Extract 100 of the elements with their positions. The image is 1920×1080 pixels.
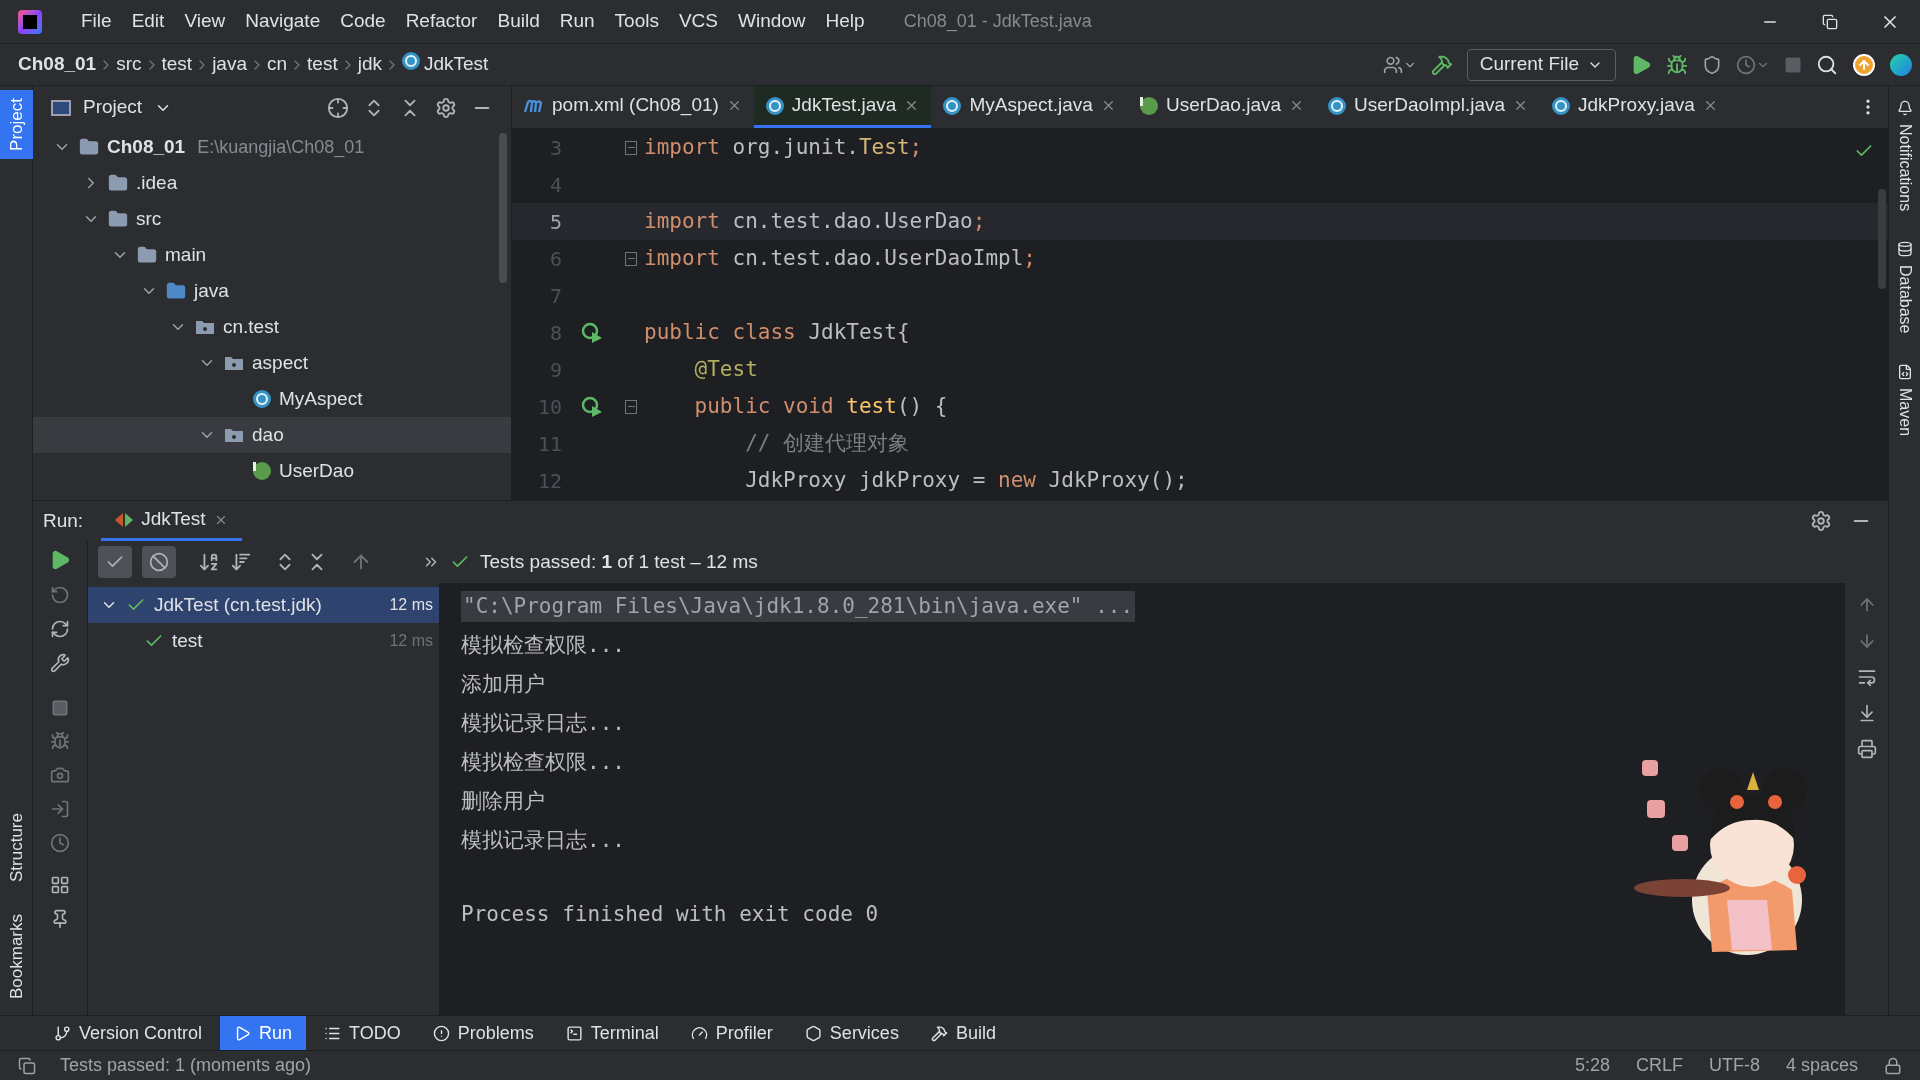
coverage-icon[interactable] — [1702, 54, 1722, 75]
menu-item[interactable]: Tools — [605, 7, 668, 36]
tree-item[interactable]: dao — [33, 417, 511, 453]
locate-icon[interactable] — [327, 96, 349, 119]
wrench-icon[interactable] — [50, 653, 70, 673]
tool-window-tab[interactable]: Version Control — [40, 1016, 217, 1050]
search-icon[interactable] — [1816, 53, 1838, 76]
menu-item[interactable]: File — [72, 7, 121, 36]
side-tool-tab[interactable]: Database — [1892, 241, 1917, 334]
update-icon[interactable] — [1852, 52, 1876, 77]
tree-item[interactable]: java — [33, 273, 511, 309]
tab-label: MyAspect.java — [969, 93, 1093, 118]
editor-scrollbar[interactable] — [1878, 189, 1886, 289]
tree-item[interactable]: src — [33, 201, 511, 237]
tool-window-tab[interactable]: Build — [916, 1016, 1010, 1050]
layout-icon[interactable] — [50, 875, 70, 895]
profiler-icon — [690, 1024, 708, 1042]
breadcrumb-item[interactable]: test — [307, 50, 338, 79]
tree-item[interactable]: UserDao — [33, 453, 511, 489]
tree-item[interactable]: .idea — [33, 165, 511, 201]
editor-tab[interactable]: JdkProxy.java — [1540, 86, 1730, 128]
side-tool-tab[interactable]: Project — [0, 90, 33, 159]
breadcrumb-item[interactable]: JdkTest — [424, 50, 489, 79]
fold-marker-icon[interactable] — [625, 399, 637, 414]
history-icon[interactable] — [50, 833, 70, 853]
toggle-auto-test-icon[interactable] — [50, 619, 70, 639]
database-icon — [1896, 241, 1913, 258]
tree-item[interactable]: main — [33, 237, 511, 273]
rerun-failed-icon[interactable] — [50, 585, 70, 605]
pin-icon[interactable] — [50, 909, 70, 929]
menu-item[interactable]: Help — [816, 7, 874, 36]
restore-icon[interactable] — [1822, 13, 1838, 30]
status-item[interactable]: 5:28 — [1574, 1052, 1610, 1079]
tool-window-tab[interactable]: Problems — [418, 1016, 548, 1050]
side-tool-tab[interactable]: Notifications — [1892, 100, 1917, 212]
test-tree-item[interactable]: JdkTest (cn.test.jdk) 12 ms — [88, 587, 439, 623]
plugin-logo-icon[interactable] — [1890, 53, 1912, 76]
editor-tab[interactable]: UserDao.java — [1127, 86, 1317, 128]
menu-item[interactable]: VCS — [669, 7, 727, 36]
menu-item[interactable]: Edit — [122, 7, 174, 36]
tool-window-tab[interactable]: Services — [790, 1016, 913, 1050]
lock-icon[interactable] — [1884, 1056, 1902, 1075]
profile-icon[interactable] — [1736, 54, 1756, 75]
debug-icon[interactable] — [50, 731, 70, 751]
show-passed-toggle[interactable] — [98, 546, 132, 578]
menu-item[interactable]: Refactor — [396, 7, 487, 36]
breadcrumb-item[interactable]: test — [161, 50, 193, 79]
menu-item[interactable]: Navigate — [236, 7, 330, 36]
breadcrumb-item[interactable]: java — [212, 50, 247, 79]
tool-window-tab[interactable]: Run — [220, 1016, 307, 1050]
editor-tab[interactable]: MyAspect.java — [931, 86, 1128, 128]
tree-item[interactable]: cn.test — [33, 309, 511, 345]
menu-item[interactable]: View — [175, 7, 235, 36]
tree-item[interactable]: MyAspect — [33, 381, 511, 417]
breadcrumb-item[interactable]: cn — [267, 50, 288, 79]
print-icon[interactable] — [1856, 739, 1877, 759]
stop-icon[interactable] — [51, 699, 69, 717]
tool-window-tab[interactable]: Profiler — [676, 1016, 787, 1050]
editor-tab[interactable]: pom.xml (Ch08_01) — [512, 86, 754, 128]
side-tool-tab[interactable]: Bookmarks — [0, 905, 33, 1007]
fold-marker-icon[interactable] — [625, 140, 637, 155]
debug-icon[interactable] — [1666, 53, 1688, 76]
panel-toggle-icon[interactable] — [18, 1056, 36, 1075]
status-item[interactable]: CRLF — [1635, 1052, 1683, 1079]
test-tree-item[interactable]: test 12 ms — [88, 623, 439, 659]
menu-item[interactable]: Run — [550, 7, 604, 36]
editor-tab[interactable]: JdkTest.java — [753, 86, 932, 128]
settings-icon[interactable] — [1810, 510, 1832, 532]
import-icon[interactable] — [50, 799, 70, 819]
run-test-gutter-icon[interactable] — [581, 321, 603, 344]
breadcrumb-item[interactable]: Ch08_01 — [18, 50, 97, 79]
show-ignored-toggle[interactable] — [142, 546, 176, 578]
editor-tab[interactable]: UserDaoImpl.java — [1316, 86, 1541, 128]
settings-icon[interactable] — [435, 96, 457, 119]
status-item[interactable]: 4 spaces — [1785, 1052, 1858, 1079]
build-hammer-icon[interactable] — [1430, 53, 1453, 76]
scrollbar[interactable] — [499, 133, 507, 283]
soft-wrap-icon[interactable] — [1856, 667, 1877, 687]
tree-item[interactable]: Ch08_01 E:\kuangjia\Ch08_01 — [33, 129, 511, 165]
side-tool-tab[interactable]: Structure — [0, 805, 33, 890]
run-test-gutter-icon[interactable] — [581, 395, 603, 418]
breadcrumb-item[interactable]: jdk — [357, 50, 382, 79]
users-icon[interactable] — [1382, 54, 1403, 75]
test-session-tab[interactable]: JdkTest — [101, 501, 242, 541]
fold-marker-icon[interactable] — [625, 251, 637, 266]
tool-window-tab[interactable]: TODO — [310, 1016, 415, 1050]
menu-item[interactable]: Build — [488, 7, 549, 36]
run-configuration-dropdown[interactable]: Current File — [1466, 48, 1616, 81]
camera-icon[interactable] — [50, 765, 70, 785]
menu-item[interactable]: Window — [729, 7, 815, 36]
panel-icon — [51, 99, 71, 116]
breadcrumb-item[interactable]: src — [116, 50, 142, 79]
side-tool-tab[interactable]: Maven — [1892, 363, 1917, 436]
status-item[interactable]: UTF-8 — [1708, 1052, 1760, 1079]
sort-alphabetically-icon[interactable] — [198, 551, 220, 573]
tree-item[interactable]: aspect — [33, 345, 511, 381]
tool-window-tab[interactable]: Terminal — [551, 1016, 673, 1050]
menu-item[interactable]: Code — [331, 7, 395, 36]
sort-by-duration-icon[interactable] — [230, 551, 252, 573]
tab-label: UserDao.java — [1165, 93, 1282, 118]
